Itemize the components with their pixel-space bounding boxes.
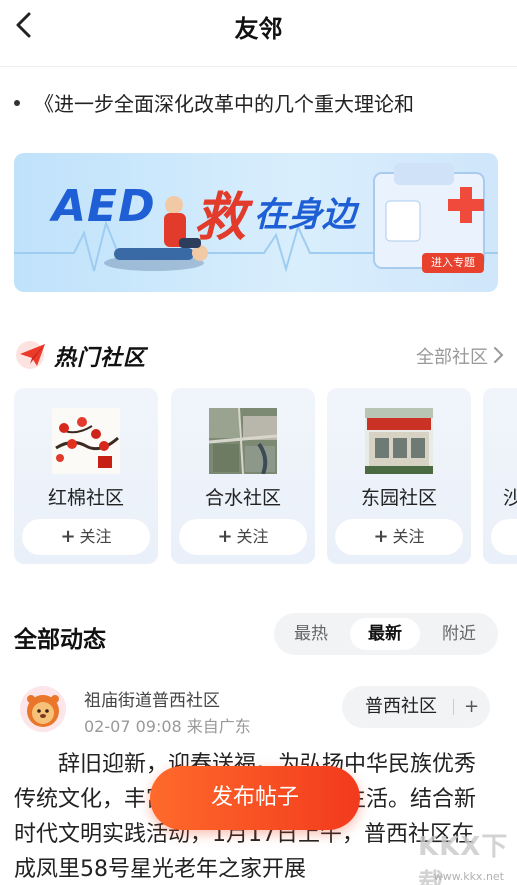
site-watermark: KKX下载 www.kkx.net — [418, 826, 512, 885]
post-meta: 02-07 09:08 来自广东 — [84, 717, 251, 736]
avatar[interactable] — [20, 686, 66, 732]
tag-divider — [453, 699, 454, 715]
chevron-right-icon[interactable] — [492, 345, 504, 365]
all-posts-title: 全部动态 — [14, 627, 106, 653]
plus-icon: + — [373, 526, 389, 547]
community-image — [209, 408, 277, 474]
publish-post-button[interactable]: 发布帖子 — [150, 766, 360, 830]
banner-aed-text: AED — [52, 181, 156, 232]
plus-icon[interactable]: + — [464, 686, 479, 728]
banner-title-text: 在身边 — [254, 195, 356, 235]
nav-divider — [0, 66, 517, 67]
lion-mascot-icon — [20, 686, 66, 732]
community-card[interactable]: 东园社区 + 关注 — [327, 388, 471, 564]
all-communities-link[interactable]: 全部社区 — [416, 343, 488, 369]
tab-hottest[interactable]: 最热 — [276, 618, 346, 650]
plus-icon: + — [60, 526, 76, 547]
community-name: 合水社区 — [204, 487, 281, 509]
community-card[interactable]: 沙 — [483, 388, 517, 564]
follow-button[interactable]: + 关注 — [22, 519, 150, 555]
watermark-url: www.kkx.net — [433, 870, 504, 883]
community-name: 红棉社区 — [47, 487, 124, 509]
post-author[interactable]: 祖庙街道普西社区 — [84, 686, 220, 711]
community-card[interactable]: 红棉社区 + 关注 — [14, 388, 158, 564]
community-name: 沙 — [503, 487, 517, 509]
community-card[interactable]: 合水社区 + 关注 — [171, 388, 315, 564]
news-ticker[interactable]: 《进一步全面深化改革中的几个重大理论和 — [14, 88, 504, 122]
bullet-dot-icon — [14, 99, 20, 106]
community-cards: 红棉社区 + 关注 合水社区 + 关注 东园社区 + 关注 沙 — [14, 388, 517, 564]
follow-button[interactable]: + 关注 — [335, 519, 463, 555]
hot-communities-header: 热门社区 全部社区 — [14, 335, 504, 375]
post-header: 祖庙街道普西社区 02-07 09:08 来自广东 普西社区 + — [20, 686, 500, 736]
banner-key-text: 救 — [194, 188, 247, 248]
page-title: 友邻 — [234, 15, 283, 43]
tab-nearby[interactable]: 附近 — [424, 618, 494, 650]
community-tag[interactable]: 普西社区 + — [342, 686, 490, 728]
aed-banner[interactable]: AED 救 在身边 进入专题 — [14, 153, 498, 292]
sort-segmented-control: 最热 最新 附近 — [274, 613, 498, 655]
tab-newest[interactable]: 最新 — [350, 618, 420, 650]
community-tag-label: 普西社区 — [365, 696, 437, 717]
hot-communities-title: 热门社区 — [54, 346, 147, 371]
follow-button[interactable]: + 关注 — [179, 519, 307, 555]
paper-plane-icon — [16, 341, 45, 369]
plus-icon: + — [217, 526, 233, 547]
community-image — [52, 408, 120, 474]
community-image — [365, 408, 433, 474]
ticker-text: 《进一步全面深化改革中的几个重大理论和 — [34, 92, 414, 116]
top-nav-bar: 友邻 — [0, 0, 517, 50]
follow-button[interactable] — [491, 519, 517, 555]
banner-cta-button[interactable]: 进入专题 — [422, 253, 484, 273]
community-name: 东园社区 — [360, 487, 437, 509]
